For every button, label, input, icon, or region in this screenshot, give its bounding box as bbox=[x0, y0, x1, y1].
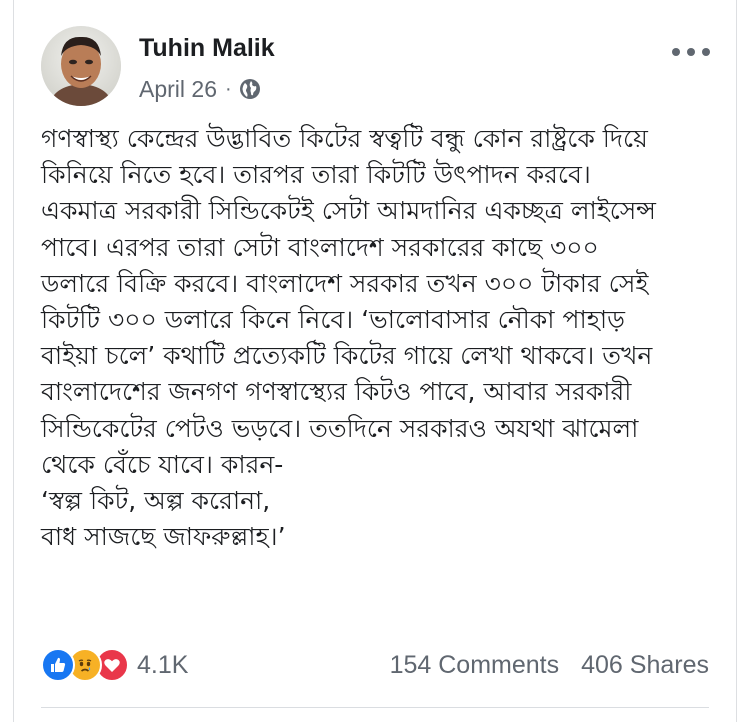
meta-separator: · bbox=[224, 77, 232, 100]
more-options-icon[interactable] bbox=[672, 40, 710, 64]
post-date[interactable]: April 26 bbox=[139, 76, 217, 103]
post-body-line: ডলারে বিক্রি করবে। বাংলাদেশ সরকার তখন ৩০… bbox=[41, 268, 649, 298]
post-body: গণস্বাস্থ্য কেন্দ্রের উদ্ভাবিত কিটের স্ব… bbox=[41, 121, 721, 555]
post-card: Tuhin Malik April 26 · গণস্বাস্থ্য কেন্দ… bbox=[13, 0, 737, 722]
author-avatar[interactable] bbox=[41, 26, 121, 106]
post-body-line: পাবে। এরপর তারা সেটা বাংলাদেশ সরকারের কা… bbox=[41, 232, 599, 262]
reaction-count: 4.1K bbox=[137, 650, 189, 679]
dot bbox=[687, 48, 695, 56]
post-body-line: বাংলাদেশের জনগণ গণস্বাস্থ্যের কিটও পাবে,… bbox=[41, 377, 632, 407]
post-body-line: বাধ সাজছে জাফরুল্লাহ।’ bbox=[41, 522, 286, 552]
dot bbox=[702, 48, 710, 56]
post-footer: 4.1K 154 Comments 406 Shares bbox=[41, 645, 709, 685]
post-body-line: একমাত্র সরকারী সিন্ডিকেটই সেটা আমদানির এ… bbox=[41, 196, 656, 226]
post-body-line: থেকে বেঁচে যাবে। কারন- bbox=[41, 449, 284, 479]
reactions-summary[interactable]: 4.1K bbox=[41, 648, 188, 682]
dot bbox=[672, 48, 680, 56]
post-body-line: বাইয়া চলে’ কথাটি প্রত্যেকটি কিটের গায়ে… bbox=[41, 341, 653, 371]
shares-link[interactable]: 406 Shares bbox=[581, 651, 709, 680]
post-body-line: গণস্বাস্থ্য কেন্দ্রের উদ্ভাবিত কিটের স্ব… bbox=[41, 124, 648, 153]
comments-link[interactable]: 154 Comments bbox=[390, 651, 560, 680]
post-body-line: কিটটি ৩০০ ডলারে কিনে নিবে। ‘ভালোবাসার নৌ… bbox=[41, 305, 625, 335]
globe-icon[interactable] bbox=[239, 78, 261, 100]
post-body-line: সিন্ডিকেটের পেটও ভড়বে। ততদিনে সরকারও অয… bbox=[41, 413, 639, 443]
footer-divider bbox=[41, 707, 709, 708]
like-icon bbox=[41, 648, 75, 682]
author-name[interactable]: Tuhin Malik bbox=[139, 34, 275, 63]
post-body-line: কিনিয়ে নিতে হবে। তারপর তারা কিটটি উৎপাদ… bbox=[41, 160, 591, 190]
post-meta: April 26 · bbox=[139, 74, 261, 104]
post-body-line: ‘স্বল্প কিট, অল্প করোনা, bbox=[41, 486, 271, 516]
